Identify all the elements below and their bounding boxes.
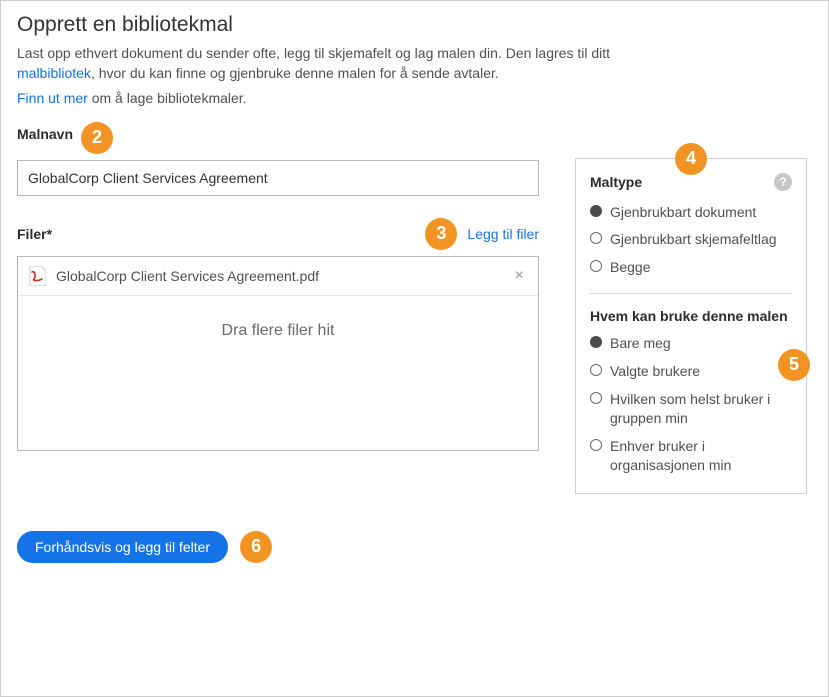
help-icon[interactable]: ? — [774, 173, 792, 191]
page-title: Opprett en bibliotekmal — [17, 13, 812, 37]
pdf-icon — [28, 266, 46, 286]
preview-add-fields-button[interactable]: Forhåndsvis og legg til felter — [17, 531, 228, 563]
radio-label: Valgte brukere — [610, 362, 700, 381]
template-type-title: Maltype — [590, 174, 642, 190]
options-panel: 4 Maltype ? Gjenbrukbart dokument Gjenbr… — [575, 158, 807, 494]
template-type-options: Gjenbrukbart dokument Gjenbrukbart skjem… — [590, 203, 792, 278]
learn-more-text: Finn ut mer om å lage bibliotekmaler. — [17, 90, 812, 106]
files-dropzone[interactable]: GlobalCorp Client Services Agreement.pdf… — [17, 256, 539, 451]
who-option-any-in-org[interactable]: Enhver bruker i organisasjonen min — [590, 437, 792, 475]
radio-label: Hvilken som helst bruker i gruppen min — [610, 390, 792, 428]
radio-label: Begge — [610, 258, 650, 277]
learn-more-link[interactable]: Finn ut mer — [17, 90, 88, 106]
who-option-only-me[interactable]: Bare meg — [590, 334, 792, 353]
template-type-option-reusable-document[interactable]: Gjenbrukbart dokument — [590, 203, 792, 222]
intro-text: Last opp ethvert dokument du sender ofte… — [17, 43, 617, 84]
files-label: Filer* — [17, 226, 52, 242]
radio-label: Enhver bruker i organisasjonen min — [610, 437, 792, 475]
file-name: GlobalCorp Client Services Agreement.pdf — [56, 268, 511, 284]
file-item: GlobalCorp Client Services Agreement.pdf… — [18, 257, 538, 296]
radio-icon — [590, 392, 602, 404]
step-badge-6: 6 — [240, 531, 272, 563]
remove-file-button[interactable]: × — [511, 267, 528, 285]
radio-label: Gjenbrukbart dokument — [610, 203, 756, 222]
step-badge-4: 4 — [675, 143, 707, 175]
template-library-link[interactable]: malbibliotek — [17, 65, 91, 81]
radio-icon — [590, 232, 602, 244]
intro-before: Last opp ethvert dokument du sender ofte… — [17, 45, 610, 61]
radio-label: Bare meg — [610, 334, 671, 353]
radio-icon — [590, 260, 602, 272]
add-files-link[interactable]: Legg til filer — [467, 226, 539, 242]
step-badge-2: 2 — [81, 122, 113, 154]
template-name-label: Malnavn — [17, 126, 73, 142]
panel-divider — [590, 293, 792, 294]
radio-icon — [590, 205, 602, 217]
who-option-any-in-group[interactable]: Hvilken som helst bruker i gruppen min — [590, 390, 792, 428]
radio-label: Gjenbrukbart skjemafeltlag — [610, 230, 777, 249]
intro-after: , hvor du kan finne og gjenbruke denne m… — [91, 65, 499, 81]
who-can-use-title: Hvem kan bruke denne malen — [590, 308, 788, 324]
radio-icon — [590, 364, 602, 376]
radio-icon — [590, 439, 602, 451]
step-badge-5: 5 — [778, 349, 810, 381]
who-option-selected-users[interactable]: Valgte brukere — [590, 362, 792, 381]
template-type-option-form-field-layer[interactable]: Gjenbrukbart skjemafeltlag — [590, 230, 792, 249]
who-can-use-options: Bare meg Valgte brukere Hvilken som hels… — [590, 334, 792, 474]
step-badge-3: 3 — [425, 218, 457, 250]
template-name-input[interactable] — [17, 160, 539, 196]
drop-zone-text: Dra flere filer hit — [18, 296, 538, 450]
template-type-option-both[interactable]: Begge — [590, 258, 792, 277]
radio-icon — [590, 336, 602, 348]
learn-more-after: om å lage bibliotekmaler. — [88, 90, 247, 106]
